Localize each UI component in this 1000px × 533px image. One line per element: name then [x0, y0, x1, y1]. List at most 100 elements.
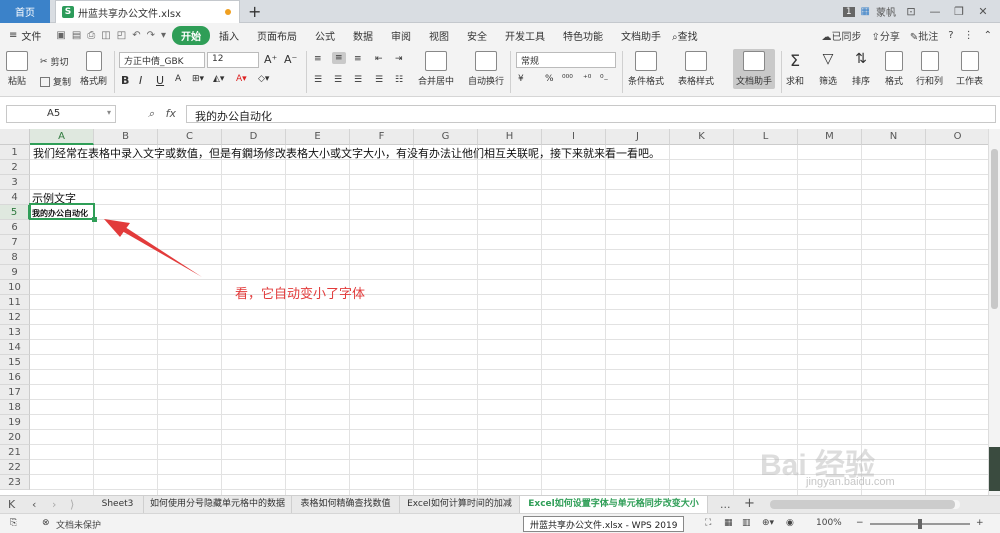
merge-center-button[interactable]: 合并居中	[418, 51, 454, 87]
user-name[interactable]: 蒙帆	[876, 4, 896, 19]
sheet-tab-2[interactable]: 如何使用分号隐藏单元格中的数据	[144, 496, 292, 513]
home-tab[interactable]: 首页	[0, 0, 50, 23]
new-tab-button[interactable]: +	[248, 2, 261, 21]
column-header-j[interactable]: J	[606, 129, 670, 145]
horizontal-scroll-thumb[interactable]	[770, 500, 955, 509]
first-sheet-icon[interactable]: K	[8, 498, 15, 511]
add-sheet-button[interactable]: +	[744, 496, 755, 511]
shrink-font-icon[interactable]: A⁻	[284, 53, 297, 66]
side-panel-tab[interactable]	[989, 447, 1000, 491]
sheet-tab-3[interactable]: 表格如何精确查找数值	[292, 496, 400, 513]
row-header-12[interactable]: 12	[0, 310, 30, 325]
border-icon[interactable]: ⊞▾	[192, 74, 204, 84]
preview-icon[interactable]: ◫	[101, 30, 110, 41]
conditional-format-button[interactable]: 条件格式	[628, 51, 664, 87]
column-header-c[interactable]: C	[158, 129, 222, 145]
select-all-corner[interactable]	[0, 129, 30, 145]
skin-icon[interactable]: ⊡	[902, 5, 920, 18]
row-header-18[interactable]: 18	[0, 400, 30, 415]
indent-increase-icon[interactable]: ⇥	[395, 54, 403, 64]
row-header-10[interactable]: 10	[0, 280, 30, 295]
user-avatar-icon[interactable]: ▦	[861, 6, 870, 17]
column-header-i[interactable]: I	[542, 129, 606, 145]
percent-button[interactable]: %	[545, 74, 554, 84]
column-header-n[interactable]: N	[862, 129, 926, 145]
prev-sheet-icon[interactable]: ‹	[32, 498, 36, 511]
sync-button[interactable]: ☁已同步	[822, 28, 862, 43]
more-sheets-button[interactable]: ...	[720, 498, 731, 511]
cut-button[interactable]: ✂ 剪切	[40, 55, 69, 69]
reading-mode-icon[interactable]: ⊕▾	[762, 518, 774, 528]
search-menu[interactable]: ⌕查找	[670, 28, 707, 43]
row-header-9[interactable]: 9	[0, 265, 30, 280]
sum-button[interactable]: Σ 求和	[786, 51, 804, 87]
normal-view-icon[interactable]: ▦	[724, 518, 733, 528]
decrease-decimal-icon[interactable]: ⁰₋	[600, 74, 608, 84]
distribute-icon[interactable]: ☷	[395, 75, 403, 85]
fill-handle[interactable]	[92, 217, 97, 222]
row-header-22[interactable]: 22	[0, 460, 30, 475]
menu-developer[interactable]: 开发工具	[496, 28, 554, 43]
currency-button[interactable]: ¥	[518, 74, 524, 84]
collapse-ribbon-icon[interactable]: ⌃	[984, 30, 992, 41]
sheet-tab-4[interactable]: Excel如何计算时间的加减	[400, 496, 520, 513]
row-header-21[interactable]: 21	[0, 445, 30, 460]
minimize-button[interactable]: —	[926, 5, 944, 18]
sheet-tab-5[interactable]: Excel如何设置字体与单元格同步改变大小	[520, 496, 708, 513]
column-header-d[interactable]: D	[222, 129, 286, 145]
thousands-icon[interactable]: ⁰⁰⁰	[562, 74, 573, 84]
more-icon[interactable]: ⋮	[964, 30, 974, 41]
print-icon[interactable]: ⎙	[87, 30, 95, 41]
row-header-8[interactable]: 8	[0, 250, 30, 265]
column-header-m[interactable]: M	[798, 129, 862, 145]
row-header-7[interactable]: 7	[0, 235, 30, 250]
page-break-icon[interactable]: ▥	[742, 518, 751, 528]
column-header-o[interactable]: O	[926, 129, 988, 145]
document-tab[interactable]: S 卅蓝共享办公文件.xlsx	[55, 0, 240, 23]
zoom-slider-knob[interactable]	[918, 519, 922, 529]
menu-view[interactable]: 视图	[420, 28, 458, 43]
next-sheet-icon[interactable]: ›	[52, 498, 56, 511]
row-header-6[interactable]: 6	[0, 220, 30, 235]
vertical-scroll-thumb[interactable]	[991, 149, 998, 309]
format-button[interactable]: 格式	[885, 51, 903, 87]
row-header-19[interactable]: 19	[0, 415, 30, 430]
grow-font-icon[interactable]: A⁺	[264, 53, 277, 66]
share-button[interactable]: ⇪分享	[872, 28, 900, 43]
column-header-f[interactable]: F	[350, 129, 414, 145]
vertical-scrollbar[interactable]	[988, 129, 1000, 495]
last-sheet-icon[interactable]: ⟩	[70, 498, 74, 511]
restore-button[interactable]: ❐	[950, 5, 968, 18]
help-button[interactable]: ?	[948, 30, 953, 41]
italic-button[interactable]: I	[139, 74, 142, 87]
column-header-g[interactable]: G	[414, 129, 478, 145]
dropdown-icon[interactable]: ▾	[161, 30, 166, 41]
menu-formula[interactable]: 公式	[306, 28, 344, 43]
align-bottom-icon[interactable]: ≡	[354, 54, 362, 64]
menu-icon[interactable]: ≡	[0, 30, 19, 41]
doc-helper-button[interactable]: 文档助手	[733, 49, 776, 89]
row-header-14[interactable]: 14	[0, 340, 30, 355]
column-header-h[interactable]: H	[478, 129, 542, 145]
align-top-icon[interactable]: ≡	[314, 54, 322, 64]
macro-icon[interactable]: ⎘	[10, 518, 17, 528]
font-color-a-icon[interactable]: A	[175, 74, 181, 84]
column-header-b[interactable]: B	[94, 129, 158, 145]
number-format-select[interactable]: 常规	[516, 52, 616, 68]
bold-button[interactable]: B	[121, 74, 129, 87]
row-header-20[interactable]: 20	[0, 430, 30, 445]
fill-bucket-icon[interactable]: ◭▾	[213, 74, 224, 84]
column-header-a[interactable]: A	[30, 129, 94, 145]
table-style-button[interactable]: 表格样式	[678, 51, 714, 87]
row-header-23[interactable]: 23	[0, 475, 30, 490]
row-header-15[interactable]: 15	[0, 355, 30, 370]
sort-button[interactable]: ⇅ 排序	[852, 51, 870, 87]
font-color-icon[interactable]: A▾	[236, 74, 247, 84]
redo-icon[interactable]: ↷	[147, 30, 155, 41]
menu-file[interactable]: 文件	[19, 28, 50, 43]
column-header-e[interactable]: E	[286, 129, 350, 145]
menu-page-layout[interactable]: 页面布局	[248, 28, 306, 43]
menu-review[interactable]: 审阅	[382, 28, 420, 43]
paste-button[interactable]: 粘贴	[6, 51, 28, 87]
zoom-out-icon[interactable]: −	[856, 518, 864, 528]
